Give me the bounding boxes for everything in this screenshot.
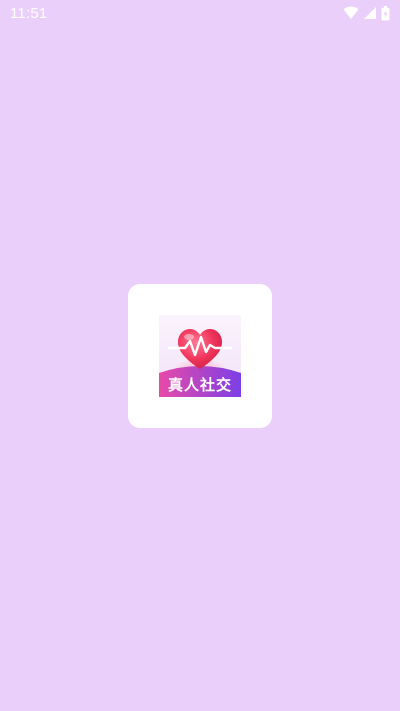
splash-logo-card: 真人社交: [128, 284, 272, 428]
status-bar: 11:51: [0, 0, 400, 28]
app-logo: 真人社交: [159, 315, 241, 397]
cellular-signal-icon: [363, 6, 377, 20]
status-time: 11:51: [10, 5, 48, 22]
app-name: 真人社交: [167, 376, 232, 394]
status-icons: [343, 5, 390, 21]
wifi-icon: [343, 6, 359, 20]
battery-icon: [381, 5, 390, 21]
